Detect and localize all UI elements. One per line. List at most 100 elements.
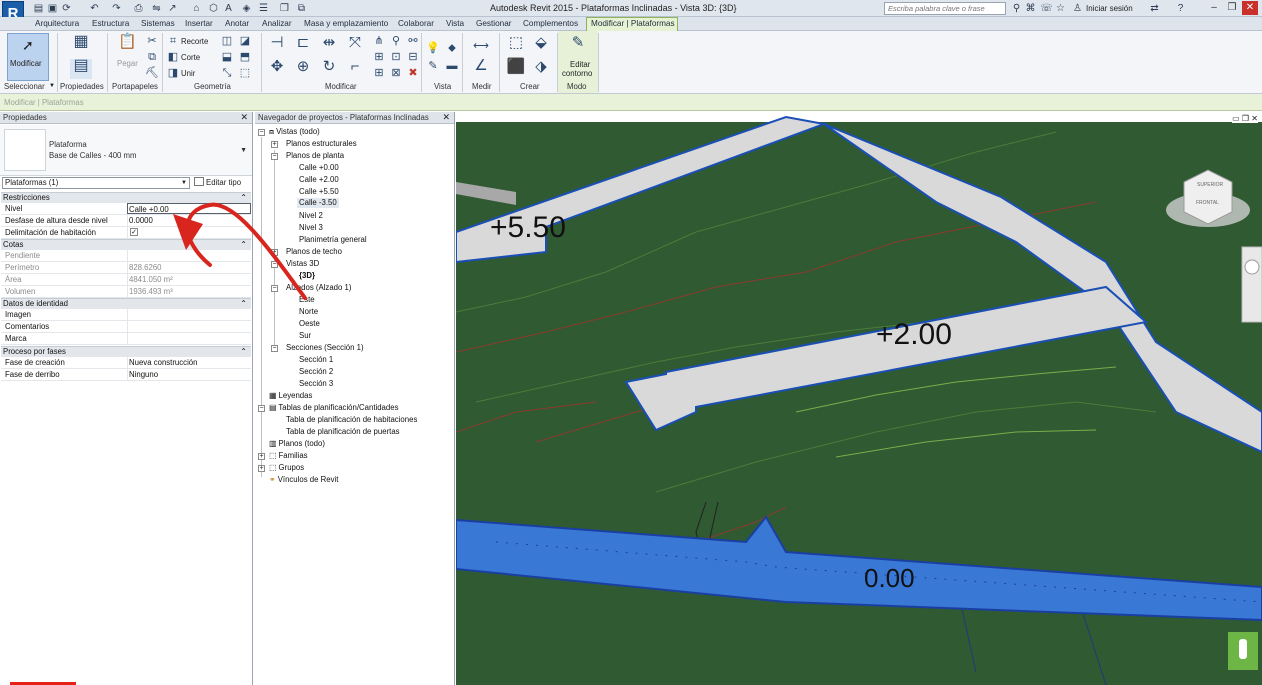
tree-item-vistas[interactable]: ⧈ Vistas (todo) [269, 127, 320, 137]
paste-icon[interactable]: 📋 [118, 34, 137, 55]
unir-label[interactable]: Unir [181, 69, 195, 78]
3d-scene[interactable]: +5.50 +2.00 0.00 SUPERIOR FRONTAL [456, 112, 1262, 685]
tab-modificar-plataformas[interactable]: Modificar | Plataformas [586, 17, 678, 31]
group-fases[interactable]: Proceso por fases ⌃ [1, 346, 251, 357]
subscription-icon[interactable]: ⌘ [1024, 2, 1037, 15]
mirror-draw-icon[interactable]: ⤧ [346, 35, 364, 54]
join-icon[interactable]: ◨ [166, 66, 180, 80]
scale-icon[interactable]: ⊡ [389, 50, 403, 64]
measure-distance-icon[interactable]: ⟷ [468, 39, 494, 53]
chevron-down-icon[interactable]: ▼ [240, 147, 247, 154]
dimension-icon[interactable]: ↗ [166, 2, 179, 15]
type-selector[interactable]: Plataforma Base de Calles - 400 mm ▼ [0, 125, 252, 176]
tree-item-este[interactable]: Este [299, 295, 315, 305]
split-face-icon[interactable]: ◫ [220, 34, 234, 48]
close-icon[interactable]: ✕ [240, 112, 248, 123]
thin-lines-icon[interactable]: ☰ [257, 2, 270, 15]
tree-item-tabla-habitaciones[interactable]: Tabla de planificación de habitaciones [286, 415, 417, 425]
modify-button[interactable]: ➚ [7, 33, 49, 81]
cut-geometry-icon[interactable]: ◧ [166, 50, 180, 64]
chevron-down-icon[interactable]: ▼ [49, 83, 55, 89]
corte-label[interactable]: Corte [181, 53, 200, 62]
3d-view-icon[interactable]: ⬡ [207, 2, 220, 15]
switch-windows-icon[interactable]: ⧉ [295, 2, 308, 15]
tree-item-calle-m350[interactable]: Calle -3.50 [297, 198, 339, 208]
expand-toggle[interactable]: + [258, 453, 265, 460]
search-input[interactable]: Escriba palabra clave o frase [884, 2, 1006, 15]
copy-icon[interactable]: ⧉ [145, 50, 159, 64]
tree-item-seccion1[interactable]: Sección 1 [299, 355, 333, 365]
pin-icon[interactable]: ⚲ [389, 34, 403, 48]
collapse-icon[interactable]: ⌃ [240, 347, 247, 357]
view-range-icon[interactable]: ▬ [445, 59, 459, 73]
tab-gestionar[interactable]: Gestionar [476, 18, 512, 30]
tab-complementos[interactable]: Complementos [523, 18, 578, 30]
room-bounding-checkbox[interactable]: ✓ [130, 228, 138, 236]
tab-estructura[interactable]: Estructura [92, 18, 129, 30]
tab-vista[interactable]: Vista [446, 18, 464, 30]
tree-item-vinculos[interactable]: ⚭ Vínculos de Revit [269, 475, 338, 485]
collapse-toggle[interactable]: − [258, 129, 265, 136]
fase-derribo-field[interactable]: Ninguno [127, 369, 251, 380]
nivel-field[interactable]: Calle +0.00 [127, 203, 251, 214]
type-properties-icon[interactable]: ▦ [70, 34, 92, 55]
close-window-icon[interactable]: ✕ [1242, 1, 1258, 15]
array-icon[interactable]: ⊞ [372, 50, 386, 64]
override-graphics-icon[interactable]: ⬥ [445, 41, 459, 55]
tree-item-seccion3[interactable]: Sección 3 [299, 379, 333, 389]
redo-icon[interactable]: ↷ [110, 2, 123, 15]
tree-item-calle-000[interactable]: Calle +0.00 [299, 163, 339, 173]
fase-creacion-field[interactable]: Nueva construcción [127, 357, 251, 368]
group-identidad[interactable]: Datos de identidad ⌃ [1, 298, 251, 309]
tree-item-norte[interactable]: Norte [299, 307, 318, 317]
tree-item-alzados[interactable]: Alzados (Alzado 1) [286, 283, 351, 293]
collapse-icon[interactable]: ⌃ [240, 240, 247, 250]
steering-wheel-icon[interactable] [1244, 259, 1260, 275]
marca-field[interactable] [127, 333, 251, 344]
tree-item-planos[interactable]: ▥ Planos (todo) [269, 439, 325, 449]
open-icon[interactable]: ▤ [32, 2, 45, 15]
group-restricciones[interactable]: Restricciones ⌃ [1, 192, 251, 203]
paint-icon[interactable]: ◪ [238, 34, 252, 48]
close-icon[interactable]: ✕ [442, 112, 450, 123]
tree-item-oeste[interactable]: Oeste [299, 319, 320, 329]
user-icon[interactable]: ♙ [1071, 2, 1084, 15]
expand-toggle[interactable]: + [258, 465, 265, 472]
tree-item-leyendas[interactable]: ▦ Leyendas [269, 391, 312, 401]
cope-icon[interactable]: ⌗ [166, 34, 180, 48]
tree-item-familias[interactable]: ⬚ Familias [269, 451, 308, 461]
angular-dimension-icon[interactable]: ∠ [468, 58, 494, 73]
extend-icon[interactable]: ⊠ [389, 66, 403, 80]
offset-icon[interactable]: ⊏ [294, 35, 312, 54]
demolish-icon[interactable]: ⤡ [220, 66, 234, 80]
tab-arquitectura[interactable]: Arquitectura [35, 18, 79, 30]
help-icon[interactable]: ? [1174, 2, 1187, 15]
tree-item-tabla-puertas[interactable]: Tabla de planificación de puertas [286, 427, 400, 437]
tree-item-secciones[interactable]: Secciones (Sección 1) [286, 343, 364, 353]
collapse-toggle[interactable]: − [271, 345, 278, 352]
group-cotas[interactable]: Cotas ⌃ [1, 239, 251, 250]
comentarios-field[interactable] [127, 321, 251, 332]
edit-contour-label-1[interactable]: Editar [570, 60, 590, 69]
create-group-icon[interactable]: ⬛ [506, 59, 526, 78]
print-icon[interactable]: ⎙ [132, 2, 145, 15]
delete-icon[interactable]: ✖ [406, 66, 420, 80]
tree-item-planos-techo[interactable]: Planos de techo [286, 247, 342, 257]
collapse-toggle[interactable]: − [271, 261, 278, 268]
edit-type-button[interactable]: Editar tipo [194, 177, 241, 189]
close-windows-icon[interactable]: ❐ [278, 2, 291, 15]
copy-element-icon[interactable]: ⊕ [294, 59, 312, 78]
recorte-label[interactable]: Recorte [181, 37, 208, 46]
tree-item-sur[interactable]: Sur [299, 331, 311, 341]
sign-in-link[interactable]: Iniciar sesión [1086, 4, 1133, 13]
sync-icon[interactable]: ⟳ [60, 2, 73, 15]
3d-viewport[interactable]: +5.50 +2.00 0.00 SUPERIOR FRONTAL ▭ ❐ ✕ [456, 112, 1262, 685]
panel-seleccionar[interactable]: Seleccionar [4, 82, 45, 91]
tree-item-planos-planta[interactable]: Planos de planta [286, 151, 344, 161]
expand-toggle[interactable]: + [271, 141, 278, 148]
wall-joins-icon[interactable]: ⬓ [220, 50, 234, 64]
expand-toggle[interactable]: + [271, 249, 278, 256]
tree-item-vistas3d[interactable]: Vistas 3D [286, 259, 319, 269]
array-linear-icon[interactable]: ⊞ [372, 66, 386, 80]
tab-analizar[interactable]: Analizar [262, 18, 292, 30]
